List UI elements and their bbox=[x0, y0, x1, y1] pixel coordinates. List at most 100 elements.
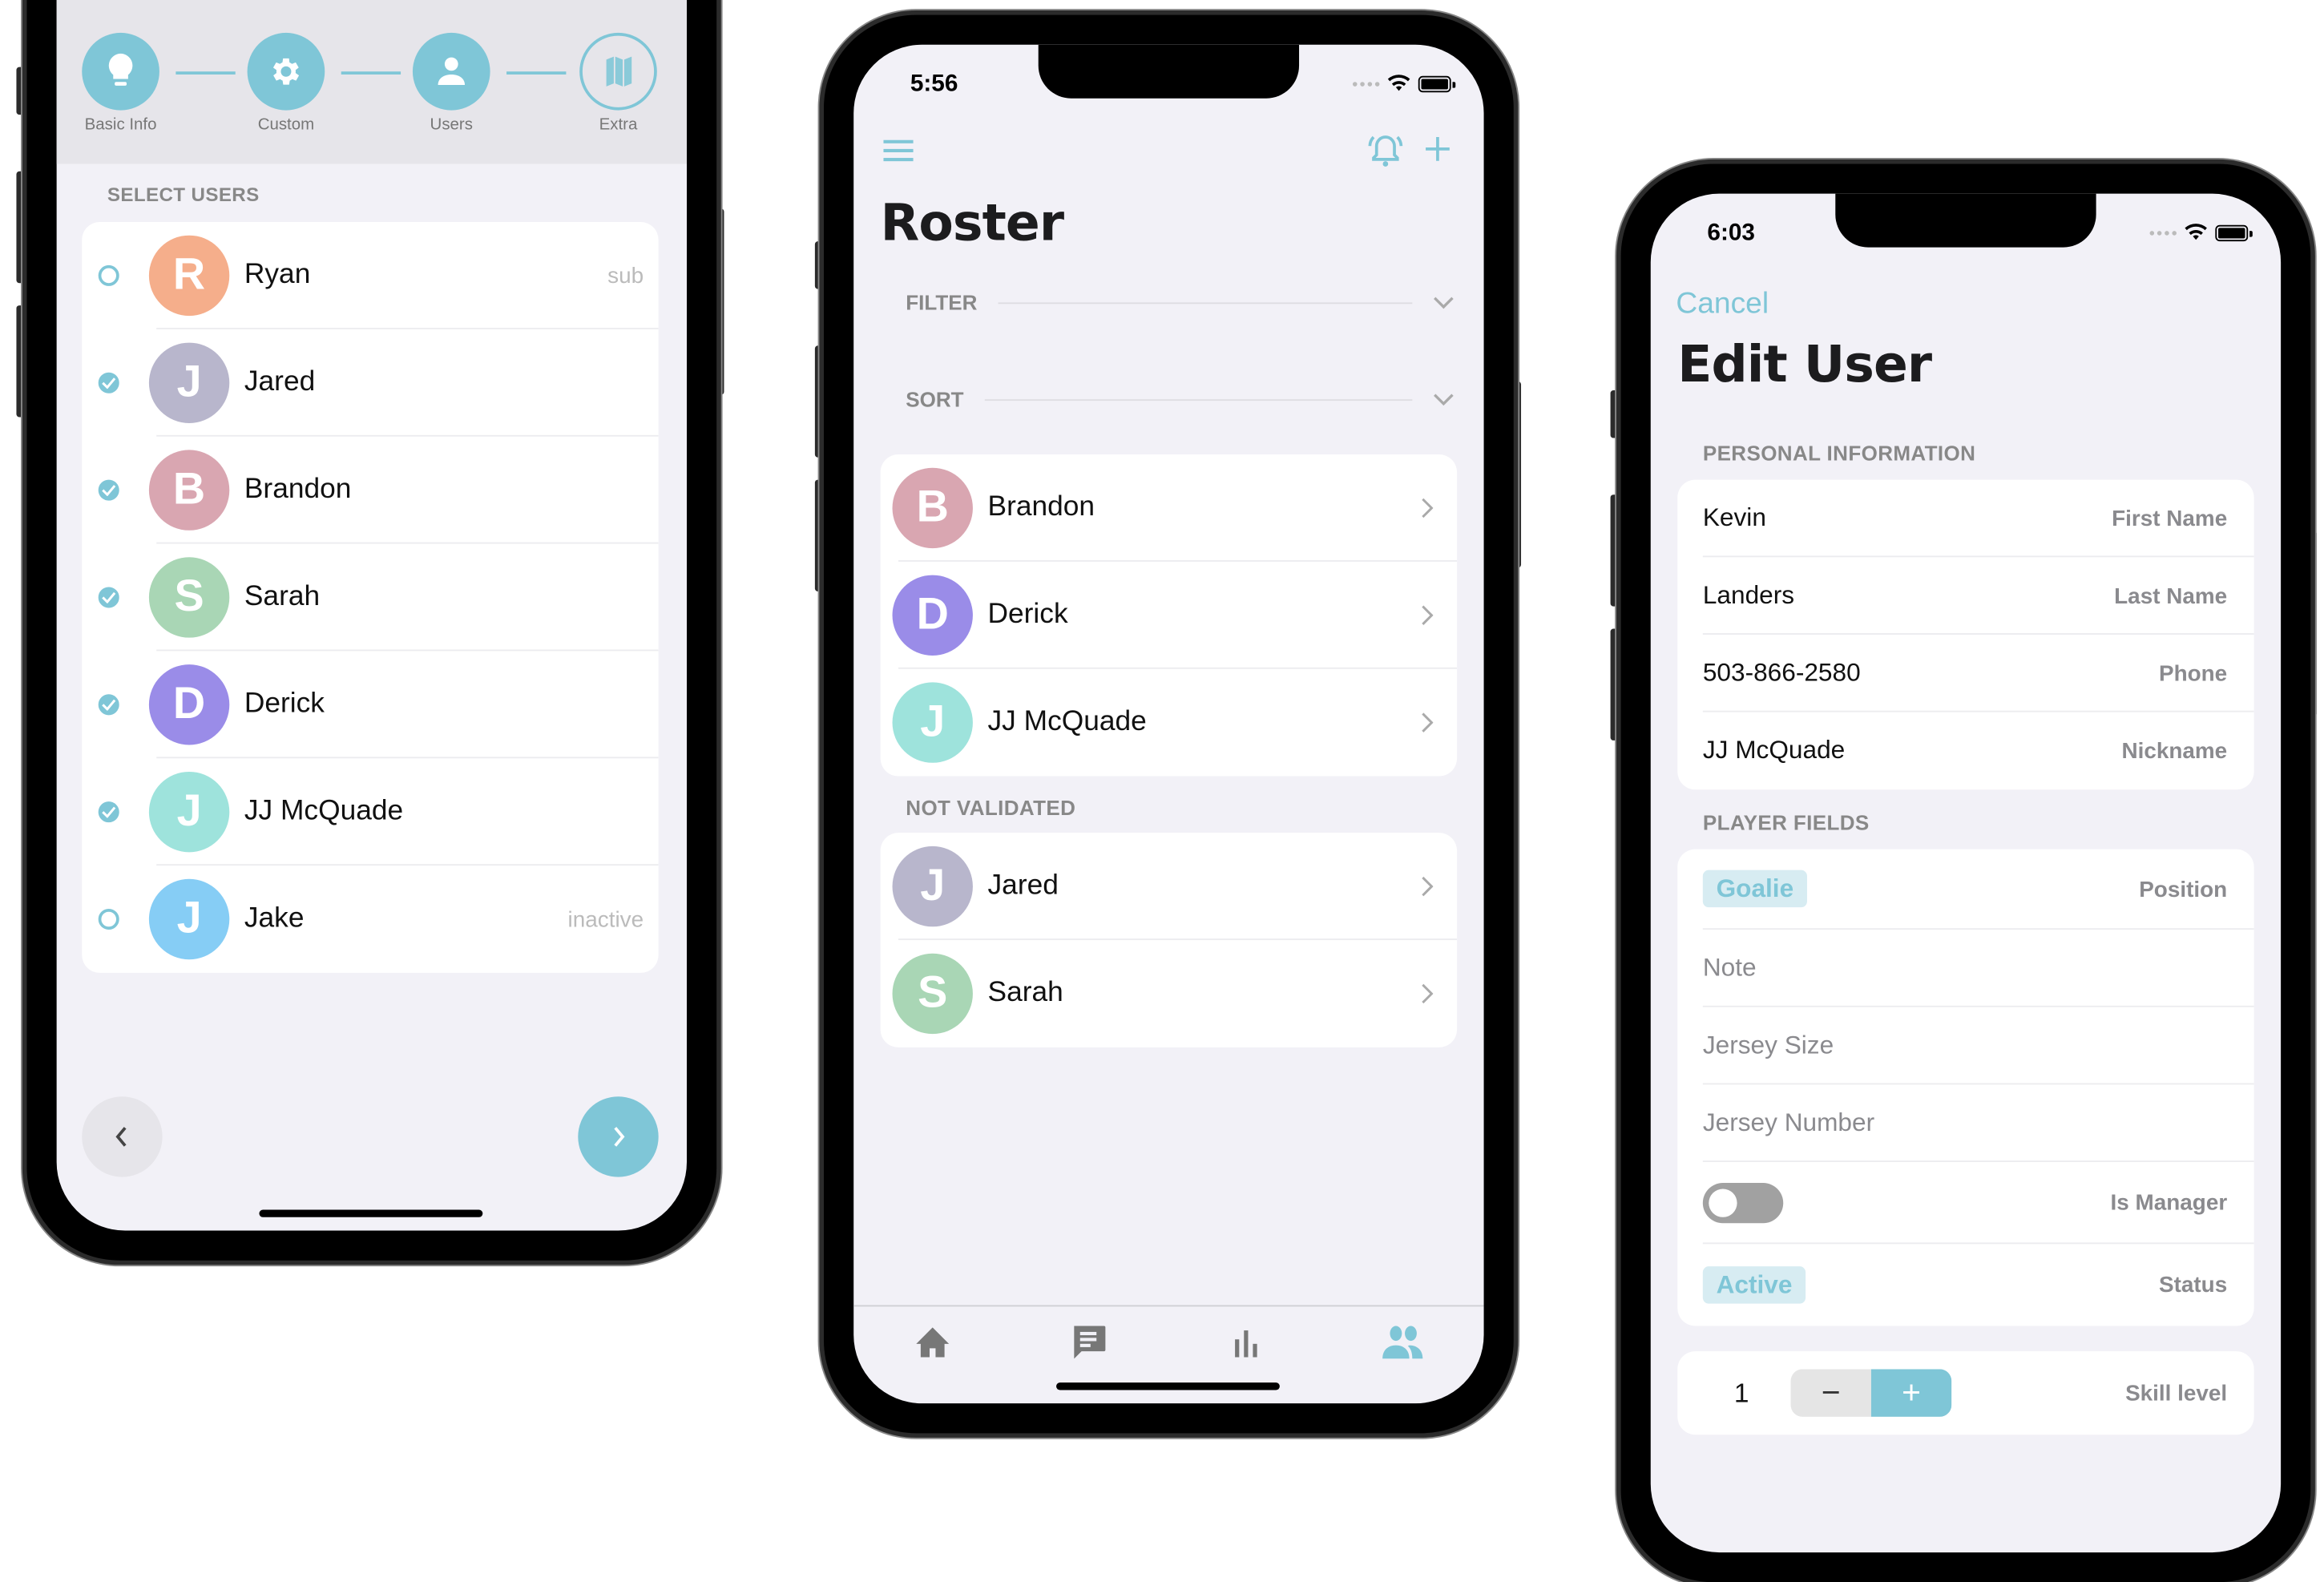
status-chip[interactable]: Active bbox=[1702, 1265, 1806, 1303]
checkmark-icon bbox=[102, 699, 116, 711]
is-manager-toggle[interactable] bbox=[1702, 1183, 1784, 1224]
page-title: Roster bbox=[880, 193, 1064, 254]
checked-circle-icon[interactable] bbox=[98, 694, 119, 716]
filter-accordion[interactable]: FILTER bbox=[906, 291, 1454, 314]
skill-level-label: Skill level bbox=[2125, 1380, 2228, 1406]
gear-icon bbox=[272, 58, 300, 85]
user-row[interactable]: B Brandon bbox=[82, 437, 659, 544]
back-button[interactable] bbox=[82, 1096, 163, 1177]
checked-circle-icon[interactable] bbox=[98, 479, 119, 501]
jersey-size-field[interactable]: Jersey Size bbox=[1703, 1031, 2227, 1060]
user-name: Jared bbox=[987, 870, 1059, 902]
increment-button[interactable]: + bbox=[1870, 1369, 1952, 1417]
power-button bbox=[716, 208, 724, 395]
tab-stats[interactable] bbox=[1216, 1313, 1275, 1372]
skill-level-card: 1 − + Skill level bbox=[1677, 1351, 2254, 1435]
status-label: Status bbox=[2158, 1272, 2228, 1298]
step-users[interactable]: Users bbox=[411, 32, 491, 134]
jersey-size-row[interactable]: Jersey Size bbox=[1677, 1007, 2254, 1085]
jersey-number-field[interactable]: Jersey Number bbox=[1703, 1108, 2227, 1138]
add-user-button[interactable] bbox=[1422, 134, 1452, 171]
tab-home[interactable] bbox=[903, 1313, 962, 1372]
is-manager-label: Is Manager bbox=[2110, 1190, 2228, 1216]
note-row[interactable]: Note bbox=[1677, 930, 2254, 1007]
roster-row[interactable]: B Brandon bbox=[881, 454, 1458, 562]
power-button bbox=[1513, 381, 1522, 568]
user-row[interactable]: S Sarah bbox=[82, 544, 659, 652]
avatar: S bbox=[892, 953, 973, 1035]
step-label: Basic Info bbox=[84, 116, 157, 135]
user-row[interactable]: J Jake inactive bbox=[82, 866, 658, 973]
next-button[interactable] bbox=[578, 1096, 659, 1177]
note-field[interactable]: Note bbox=[1703, 954, 2227, 983]
field-label: Nickname bbox=[2121, 738, 2228, 764]
radio-unchecked-icon[interactable] bbox=[98, 908, 119, 930]
field-value[interactable]: 503-866-2580 bbox=[1703, 659, 2159, 688]
status-icons bbox=[1352, 75, 1456, 92]
step-extra[interactable]: Extra bbox=[578, 32, 658, 134]
field-value[interactable]: Kevin bbox=[1703, 503, 2112, 533]
chevron-right-icon bbox=[614, 1127, 625, 1147]
skill-level-value: 1 bbox=[1733, 1377, 1749, 1407]
status-row[interactable]: Active Status bbox=[1677, 1244, 2253, 1326]
divider bbox=[984, 398, 1413, 401]
volume-up-button bbox=[1610, 494, 1618, 607]
chevron-right-icon bbox=[1422, 876, 1434, 897]
decrement-button[interactable]: − bbox=[1790, 1369, 1871, 1417]
roster-row[interactable]: J JJ McQuade bbox=[881, 669, 1457, 777]
user-name: Sarah bbox=[987, 977, 1063, 1009]
notifications-button[interactable] bbox=[1366, 131, 1405, 178]
user-tag: sub bbox=[607, 263, 644, 289]
personal-field-row[interactable]: Kevin First Name bbox=[1677, 480, 2254, 558]
avatar: R bbox=[148, 235, 230, 317]
position-label: Position bbox=[2139, 877, 2228, 902]
roster-screen: 5:56 Roster FILTER SORT B Brandon D Deri… bbox=[853, 44, 1484, 1404]
people-icon bbox=[1382, 1326, 1423, 1359]
jersey-number-row[interactable]: Jersey Number bbox=[1677, 1084, 2254, 1163]
field-value[interactable]: Landers bbox=[1703, 581, 2114, 611]
user-tag: inactive bbox=[567, 906, 644, 932]
cancel-button[interactable]: Cancel bbox=[1676, 288, 1769, 322]
personal-field-row[interactable]: Landers Last Name bbox=[1677, 557, 2254, 635]
position-chip[interactable]: Goalie bbox=[1702, 870, 1807, 908]
signal-icon bbox=[1352, 81, 1380, 86]
chevron-down-icon bbox=[1434, 297, 1454, 309]
avatar: J bbox=[892, 682, 973, 763]
position-row[interactable]: Goalie Position bbox=[1677, 850, 2254, 930]
home-indicator bbox=[1056, 1382, 1280, 1390]
map-icon bbox=[606, 56, 632, 87]
select-users-list: R Ryan sub J Jared B Brandon S Sarah D Derick J JJ M… bbox=[82, 221, 659, 973]
checked-circle-icon[interactable] bbox=[98, 372, 119, 393]
personal-field-row[interactable]: JJ McQuade Nickname bbox=[1677, 712, 2253, 790]
section-header: SELECT USERS bbox=[107, 183, 260, 206]
sort-accordion[interactable]: SORT bbox=[906, 387, 1454, 411]
chevron-right-icon bbox=[1422, 605, 1434, 625]
user-name: JJ McQuade bbox=[244, 795, 404, 827]
user-row[interactable]: D Derick bbox=[82, 651, 659, 759]
step-custom[interactable]: Custom bbox=[246, 32, 326, 134]
roster-row[interactable]: D Derick bbox=[881, 562, 1458, 669]
checked-circle-icon[interactable] bbox=[98, 801, 119, 823]
step-circle bbox=[579, 32, 657, 111]
radio-unchecked-icon[interactable] bbox=[98, 264, 119, 286]
user-name: Brandon bbox=[987, 491, 1095, 523]
checked-circle-icon[interactable] bbox=[98, 587, 119, 608]
field-value[interactable]: JJ McQuade bbox=[1703, 736, 2122, 765]
volume-up-button bbox=[16, 171, 24, 284]
roster-row[interactable]: J Jared bbox=[881, 833, 1458, 941]
tab-roster[interactable] bbox=[1374, 1313, 1433, 1372]
avatar: S bbox=[148, 557, 230, 638]
user-name: Ryan bbox=[244, 259, 311, 291]
divider bbox=[998, 301, 1413, 304]
home-icon bbox=[916, 1327, 950, 1358]
tab-messages[interactable] bbox=[1059, 1313, 1119, 1372]
user-row[interactable]: J Jared bbox=[82, 329, 659, 437]
wizard-screen: Basic Info Custom Users Extra SELECT USE… bbox=[56, 0, 687, 1231]
not-validated-list: J Jared S Sarah bbox=[880, 833, 1458, 1047]
roster-row[interactable]: S Sarah bbox=[881, 940, 1457, 1047]
user-row[interactable]: J JJ McQuade bbox=[82, 758, 659, 866]
menu-button[interactable] bbox=[883, 139, 916, 170]
user-row[interactable]: R Ryan sub bbox=[82, 222, 659, 329]
step-basic-info[interactable]: Basic Info bbox=[80, 32, 160, 135]
personal-field-row[interactable]: 503-866-2580 Phone bbox=[1677, 635, 2254, 712]
